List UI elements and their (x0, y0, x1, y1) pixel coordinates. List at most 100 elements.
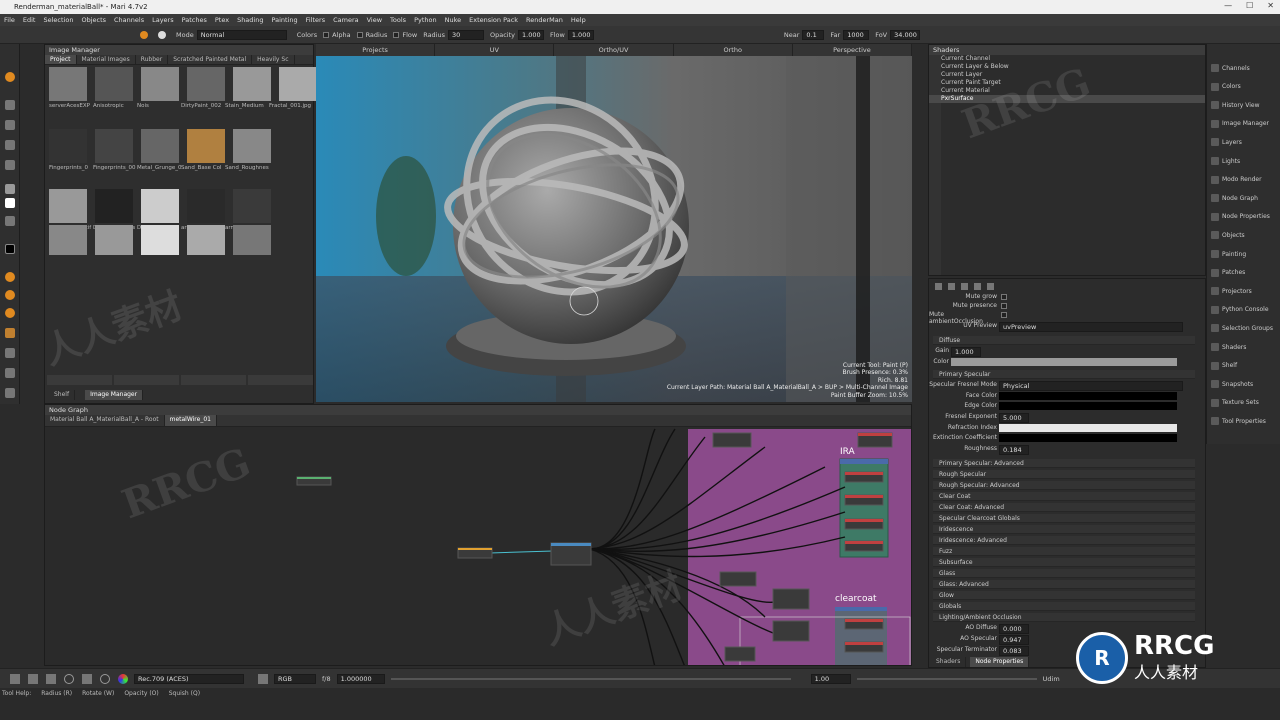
transform-tool-icon[interactable] (5, 216, 15, 226)
menu-layers[interactable]: Layers (152, 16, 174, 24)
shader-item-current-material[interactable]: Current Material (929, 87, 1205, 95)
opacity-input[interactable]: 1.000 (518, 29, 545, 40)
menu-view[interactable]: View (367, 16, 382, 24)
menu-selection[interactable]: Selection (43, 16, 73, 24)
shader-item-current-layer-below[interactable]: Current Layer & Below (929, 63, 1205, 71)
tab-perspective[interactable]: Perspective (793, 44, 913, 56)
palette-history-view[interactable]: History View (1211, 99, 1260, 111)
flow-input[interactable]: 1.000 (567, 29, 594, 40)
colors-toggle[interactable]: Colors (297, 31, 317, 39)
image-thumbnail[interactable] (187, 225, 225, 255)
3d-viewport[interactable]: Current Tool: Paint (P) Brush Presence: 0… (316, 56, 912, 402)
snapshot-icon[interactable] (5, 348, 15, 358)
foreground-color-swatch[interactable] (5, 198, 15, 208)
edge-color-swatch[interactable] (999, 402, 1177, 410)
mute-presence-checkbox[interactable] (1001, 303, 1007, 309)
tab-project[interactable]: Project (45, 55, 77, 64)
exposure-input[interactable]: 1.000000 (336, 673, 385, 684)
brush-icon[interactable] (140, 30, 148, 39)
section-specular-clearcoat-globals[interactable]: Specular Clearcoat Globals (933, 514, 1195, 523)
image-thumbnail[interactable] (187, 129, 225, 163)
section-primary-specular-advanced[interactable]: Primary Specular: Advanced (933, 459, 1195, 468)
radius-input[interactable]: 30 (448, 29, 484, 40)
tab-image-manager[interactable]: Image Manager (85, 390, 144, 400)
image-thumbnail[interactable] (187, 189, 225, 223)
colorspace-dropdown[interactable]: Rec.709 (ACES) (134, 673, 244, 684)
section-glass[interactable]: Glass (933, 569, 1195, 578)
alpha-checkbox[interactable] (323, 31, 330, 38)
brush-round-icon[interactable] (5, 272, 15, 282)
gain-display-slider[interactable] (856, 677, 1037, 680)
camera-icon[interactable] (5, 368, 15, 378)
face-color-swatch[interactable] (999, 392, 1177, 400)
export-image-button[interactable] (114, 375, 179, 385)
image-thumbnail[interactable] (187, 67, 225, 101)
tab-metalwire[interactable]: metalWire_01 (164, 415, 217, 426)
image-thumbnail[interactable] (233, 225, 271, 255)
palette-layers[interactable]: Layers (1211, 136, 1242, 148)
black-color-swatch[interactable] (5, 244, 15, 254)
ao-specular-input[interactable]: 0.947 (999, 635, 1029, 645)
fov-input[interactable]: 34.000 (890, 29, 921, 40)
image-thumbnail[interactable] (95, 225, 133, 255)
zoom-icon[interactable] (82, 673, 92, 684)
brush-soft-icon[interactable] (5, 290, 15, 300)
shader-item-current-layer[interactable]: Current Layer (929, 71, 1205, 79)
image-thumbnail[interactable] (49, 225, 87, 255)
palette-node-graph[interactable]: Node Graph (1211, 192, 1258, 204)
palette-shaders[interactable]: Shaders (1211, 341, 1246, 353)
rotate-icon[interactable] (64, 673, 74, 684)
specular-terminator-input[interactable]: 0.083 (999, 646, 1029, 656)
tab-node-properties[interactable]: Node Properties (970, 657, 1030, 667)
fresnel-exponent-input[interactable]: 5.000 (999, 413, 1029, 423)
delete-shader-icon[interactable] (987, 282, 994, 290)
tab-scratched-painted-metal[interactable]: Scratched Painted Metal (168, 55, 253, 64)
menu-patches[interactable]: Patches (182, 16, 207, 24)
image-thumbnail[interactable] (279, 67, 317, 101)
diffuse-section[interactable]: Diffuse (933, 336, 1195, 345)
edit-image-button[interactable] (181, 375, 246, 385)
image-thumbnail[interactable] (141, 189, 179, 223)
menu-python[interactable]: Python (414, 16, 437, 24)
palette-texture-sets[interactable]: Texture Sets (1211, 397, 1259, 409)
settings-icon[interactable] (5, 388, 15, 398)
menu-ptex[interactable]: Ptex (215, 16, 229, 24)
palette-modo-render[interactable]: Modo Render (1211, 174, 1262, 186)
tab-shaders[interactable]: Shaders (931, 657, 967, 667)
menu-filters[interactable]: Filters (306, 16, 325, 24)
image-thumbnail[interactable] (95, 67, 133, 101)
palette-image-manager[interactable]: Image Manager (1211, 118, 1269, 130)
section-glow[interactable]: Glow (933, 591, 1195, 600)
menu-help[interactable]: Help (571, 16, 586, 24)
brush-hard-icon[interactable] (5, 308, 15, 318)
radius-checkbox[interactable] (356, 31, 363, 38)
refraction-index-swatch[interactable] (999, 424, 1177, 432)
palette-node-properties[interactable]: Node Properties (1211, 211, 1270, 223)
tab-heavily-sc[interactable]: Heavily Sc (252, 55, 295, 64)
gain-display-input[interactable]: 1.00 (810, 673, 851, 684)
image-thumbnail[interactable] (233, 129, 271, 163)
move-icon[interactable] (10, 673, 20, 684)
eyedropper-icon[interactable] (5, 184, 15, 194)
menu-painting[interactable]: Painting (271, 16, 297, 24)
fresnel-mode-dropdown[interactable]: Physical (999, 381, 1183, 391)
image-thumbnail[interactable] (141, 129, 179, 163)
mute-grow-checkbox[interactable] (1001, 294, 1007, 300)
mode-dropdown[interactable]: Normal (196, 29, 287, 40)
exposure-slider[interactable] (390, 677, 791, 680)
extinction-swatch[interactable] (999, 434, 1177, 442)
palette-painting[interactable]: Painting (1211, 248, 1246, 260)
node-graph-canvas[interactable] (45, 427, 912, 666)
palette-selection-groups[interactable]: Selection Groups (1211, 322, 1273, 334)
image-thumbnail[interactable] (141, 225, 179, 255)
flow-checkbox[interactable] (393, 31, 400, 38)
shader-item-current-channel[interactable]: Current Channel (929, 55, 1205, 63)
image-thumbnail[interactable] (95, 189, 133, 223)
primary-specular-section[interactable]: Primary Specular (933, 370, 1195, 379)
palette-lights[interactable]: Lights (1211, 155, 1240, 167)
tab-root-graph[interactable]: Material Ball A_MaterialBall_A - Root (45, 415, 165, 426)
maximize-button[interactable]: ☐ (1246, 1, 1253, 10)
menu-tools[interactable]: Tools (390, 16, 406, 24)
menu-camera[interactable]: Camera (333, 16, 359, 24)
color-wheel-icon[interactable] (118, 673, 128, 684)
